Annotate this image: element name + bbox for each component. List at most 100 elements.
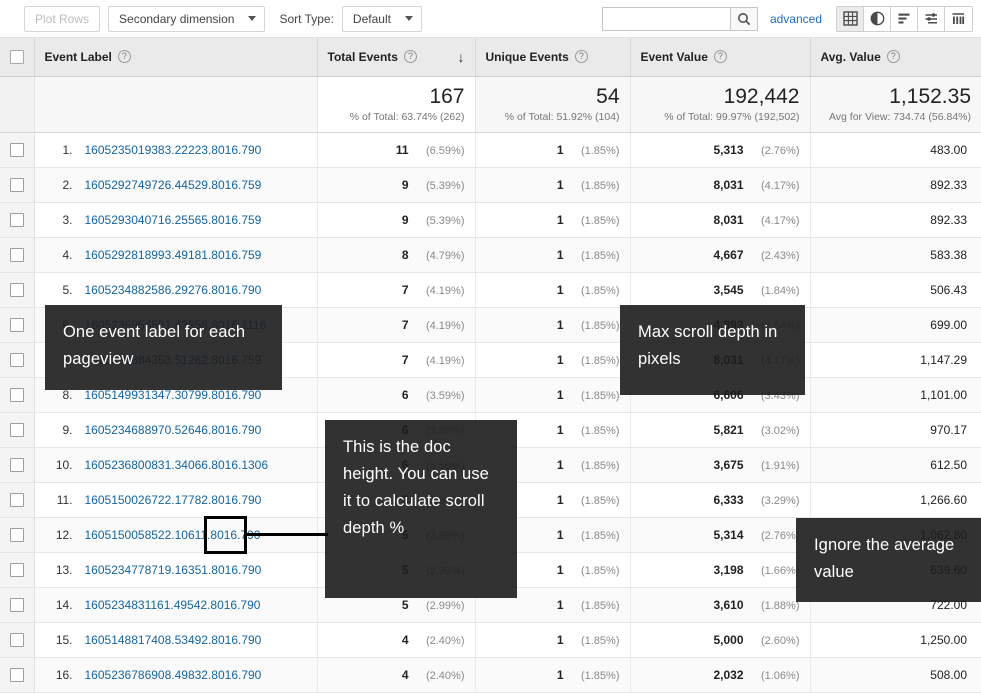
total-events-cell: 9(5.39%) [317,167,475,202]
row-checkbox-cell[interactable] [0,307,34,342]
event-label-link[interactable]: 1605234778719.16351.8016.790 [85,563,262,577]
help-icon[interactable]: ? [118,50,131,63]
doc-height-highlight-box [204,516,247,554]
event-label-link[interactable]: 1605150026722.17782.8016.790 [85,493,262,507]
pie-chart-view-icon[interactable] [864,7,891,31]
row-checkbox-cell[interactable] [0,202,34,237]
avg-value-cell: 1,266.60 [810,482,981,517]
total-events-cell: 11(6.59%) [317,132,475,167]
column-header-event-label[interactable]: Event Label ? [34,38,317,76]
bar-chart-view-icon[interactable] [891,7,918,31]
row-rank: 3. [47,213,73,227]
metric-percentage: (4.79%) [417,250,465,262]
help-icon[interactable]: ? [575,50,588,63]
column-header-event-value[interactable]: Event Value ? [630,38,810,76]
event-label-link[interactable]: 1605236786908.49832.8016.790 [85,668,262,682]
table-row: 15.1605148817408.53492.8016.7904(2.40%)1… [0,622,981,657]
event-label-link[interactable]: 1605235019383.22223.8016.790 [85,143,262,157]
metric-value: 1 [557,283,564,297]
pivot-view-icon[interactable] [945,7,972,31]
metric-value: 506.43 [811,283,981,297]
row-checkbox-cell[interactable] [0,412,34,447]
row-checkbox-cell[interactable] [0,622,34,657]
column-header-unique-events[interactable]: Unique Events ? [475,38,630,76]
row-checkbox[interactable] [10,248,24,262]
performance-view-icon[interactable] [918,7,945,31]
metric-value: 1 [557,353,564,367]
help-icon[interactable]: ? [887,50,900,63]
secondary-dimension-label: Secondary dimension [119,7,234,31]
unique-events-cell: 1(1.85%) [475,342,630,377]
row-checkbox-cell[interactable] [0,587,34,622]
row-checkbox[interactable] [10,213,24,227]
help-icon[interactable]: ? [404,50,417,63]
row-checkbox[interactable] [10,143,24,157]
select-all-header[interactable] [0,38,34,76]
row-checkbox[interactable] [10,598,24,612]
row-checkbox-cell[interactable] [0,447,34,482]
event-label-link[interactable]: 1605234688970.52646.8016.790 [85,423,262,437]
row-checkbox[interactable] [10,283,24,297]
row-rank: 15. [47,633,73,647]
metric-percentage: (2.40%) [417,635,465,647]
metric-value: 7 [402,283,409,297]
table-view-icon[interactable] [837,7,864,31]
event-label-cell: 3. 1605293040716.25565.8016.759 [34,202,317,237]
metric-value: 8,031 [713,213,743,227]
row-checkbox-cell[interactable] [0,657,34,692]
metric-percentage: (1.85%) [572,390,620,402]
table-row: 5.1605234882586.29276.8016.7907(4.19%)1(… [0,272,981,307]
event-label-link[interactable]: 1605148817408.53492.8016.790 [85,633,262,647]
row-checkbox-cell[interactable] [0,552,34,587]
secondary-dimension-dropdown[interactable]: Secondary dimension [108,6,265,32]
event-label-link[interactable]: 1605234831161.49542.8016.790 [85,598,261,612]
row-checkbox-cell[interactable] [0,167,34,202]
annotation-ignore-avg-note: Ignore the average value [796,518,981,602]
row-checkbox-cell[interactable] [0,237,34,272]
row-checkbox[interactable] [10,318,24,332]
select-all-checkbox[interactable] [10,50,24,64]
help-icon[interactable]: ? [714,50,727,63]
event-value-cell: 2,032(1.06%) [630,657,810,692]
unique-events-cell: 1(1.85%) [475,167,630,202]
row-checkbox[interactable] [10,668,24,682]
metric-percentage: (4.19%) [417,355,465,367]
row-checkbox[interactable] [10,458,24,472]
row-checkbox[interactable] [10,528,24,542]
row-checkbox[interactable] [10,563,24,577]
row-checkbox[interactable] [10,178,24,192]
row-checkbox-cell[interactable] [0,482,34,517]
event-label-cell: 10.1605236800831.34066.8016.1306 [34,447,317,482]
summary-subtext: Avg for View: 734.74 (56.84%) [821,110,972,124]
event-label-link[interactable]: 1605293040716.25565.8016.759 [85,213,262,227]
avg-value-cell: 970.17 [810,412,981,447]
column-header-avg-value[interactable]: Avg. Value ? [810,38,981,76]
row-checkbox[interactable] [10,423,24,437]
row-checkbox[interactable] [10,388,24,402]
sort-descending-icon[interactable]: ↓ [458,50,465,64]
metric-value: 7 [402,318,409,332]
metric-percentage: (1.88%) [752,600,800,612]
search-button[interactable] [730,7,758,31]
metric-percentage: (1.85%) [572,670,620,682]
row-checkbox-cell[interactable] [0,342,34,377]
row-checkbox-cell[interactable] [0,377,34,412]
search-input[interactable] [602,7,730,31]
event-label-link[interactable]: 1605292818993.49181.8016.759 [85,248,262,262]
row-checkbox-cell[interactable] [0,132,34,167]
advanced-link[interactable]: advanced [770,12,822,26]
chevron-down-icon [248,16,256,21]
row-checkbox[interactable] [10,353,24,367]
row-checkbox-cell[interactable] [0,272,34,307]
event-label-link[interactable]: 1605292749726.44529.8016.759 [85,178,262,192]
plot-rows-button[interactable]: Plot Rows [24,6,100,32]
event-label-link[interactable]: 1605236800831.34066.8016.1306 [85,458,269,472]
row-checkbox-cell[interactable] [0,517,34,552]
metric-value: 5,000 [713,633,743,647]
metric-percentage: (1.85%) [572,425,620,437]
column-header-total-events[interactable]: Total Events ? ↓ [317,38,475,76]
row-checkbox[interactable] [10,633,24,647]
row-checkbox[interactable] [10,493,24,507]
sort-type-dropdown[interactable]: Default [342,6,422,32]
event-label-link[interactable]: 1605234882586.29276.8016.790 [85,283,262,297]
